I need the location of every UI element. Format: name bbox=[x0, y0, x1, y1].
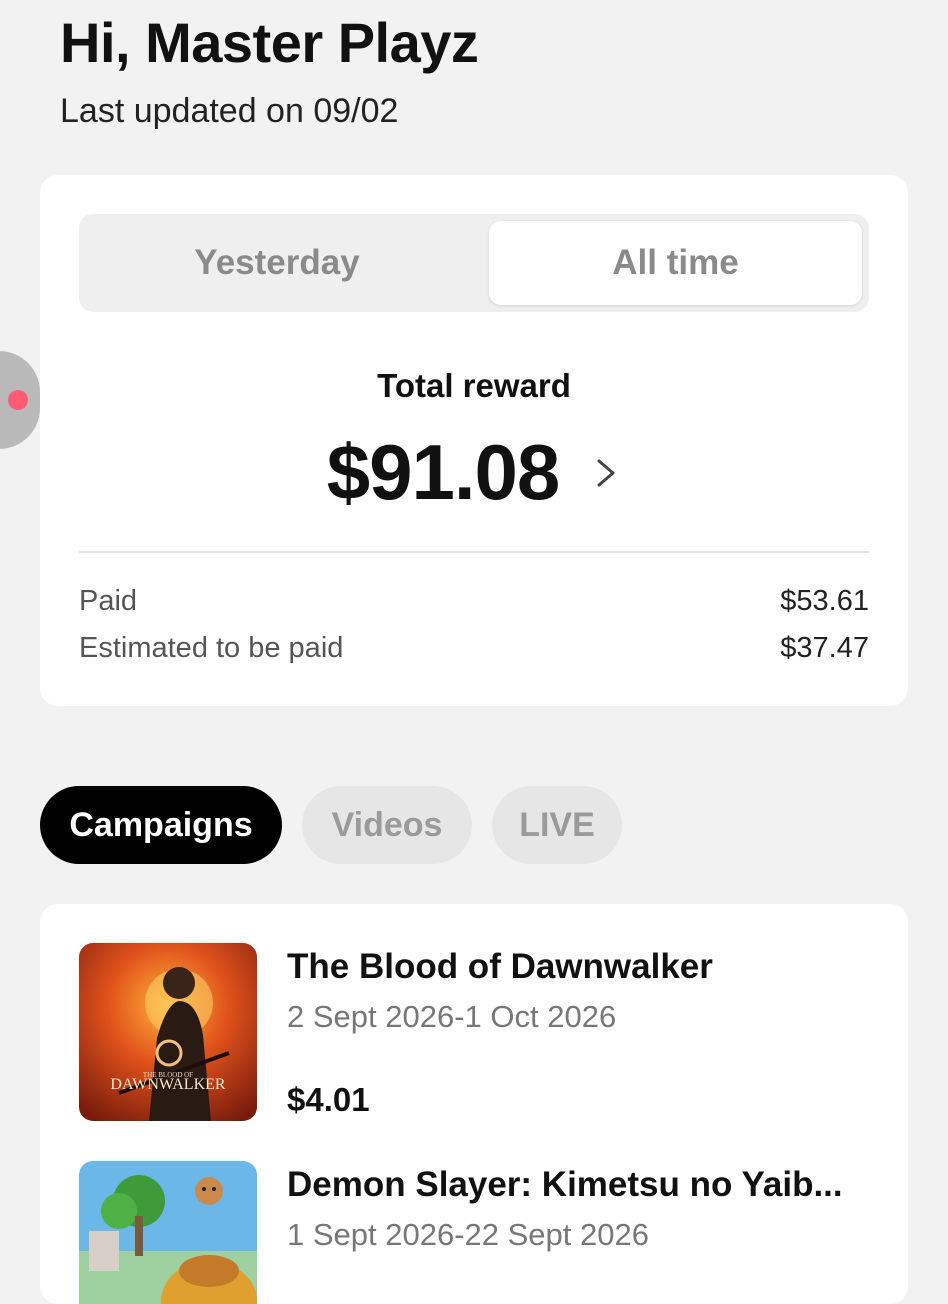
floating-side-handle[interactable] bbox=[0, 351, 40, 449]
campaign-dates: 1 Sept 2026-22 Sept 2026 bbox=[287, 1217, 649, 1252]
total-reward-link[interactable]: $91.08 bbox=[40, 427, 908, 518]
campaign-title: The Blood of Dawnwalker bbox=[287, 947, 713, 986]
total-reward-label: Total reward bbox=[377, 367, 571, 404]
period-segmented-control: Yesterday All time bbox=[79, 214, 869, 312]
campaign-title: Demon Slayer: Kimetsu no Yaib... bbox=[287, 1165, 843, 1204]
campaign-amount: $4.01 bbox=[287, 1081, 370, 1118]
total-reward-amount: $91.08 bbox=[326, 428, 561, 516]
paid-label: Paid bbox=[79, 585, 138, 617]
list-item-campaign[interactable]: Demon Slayer: Kimetsu no Yaib... 1 Sept … bbox=[79, 1161, 879, 1304]
campaign-thumbnail bbox=[79, 1161, 257, 1304]
estimated-value: $37.47 bbox=[780, 632, 869, 664]
chip-campaigns[interactable]: Campaigns bbox=[40, 786, 282, 864]
tab-all-time[interactable]: All time bbox=[489, 221, 862, 305]
campaign-thumbnail: THE BLOOD OF DAWNWALKER bbox=[79, 943, 257, 1121]
divider bbox=[79, 551, 869, 553]
campaign-dates: 2 Sept 2026-1 Oct 2026 bbox=[287, 999, 617, 1034]
paid-row: Paid $53.61 bbox=[79, 585, 869, 618]
rewards-summary-card: Yesterday All time Total reward $91.08 P… bbox=[40, 175, 908, 706]
estimated-label: Estimated to be paid bbox=[79, 632, 344, 664]
chip-videos[interactable]: Videos bbox=[302, 786, 472, 864]
list-item-campaign[interactable]: THE BLOOD OF DAWNWALKER The Blood of Daw… bbox=[79, 943, 879, 1121]
paid-value: $53.61 bbox=[780, 585, 869, 617]
notification-dot-icon bbox=[8, 390, 28, 410]
greeting-title: Hi, Master Playz bbox=[60, 11, 479, 74]
chevron-right-icon bbox=[591, 453, 621, 493]
estimated-row: Estimated to be paid $37.47 bbox=[79, 632, 869, 665]
campaign-list: THE BLOOD OF DAWNWALKER The Blood of Daw… bbox=[40, 904, 908, 1304]
tab-yesterday[interactable]: Yesterday bbox=[86, 221, 468, 305]
chip-live[interactable]: LIVE bbox=[492, 786, 622, 864]
last-updated-text: Last updated on 09/02 bbox=[60, 92, 399, 130]
thumb-logo-text: DAWNWALKER bbox=[110, 1076, 225, 1093]
